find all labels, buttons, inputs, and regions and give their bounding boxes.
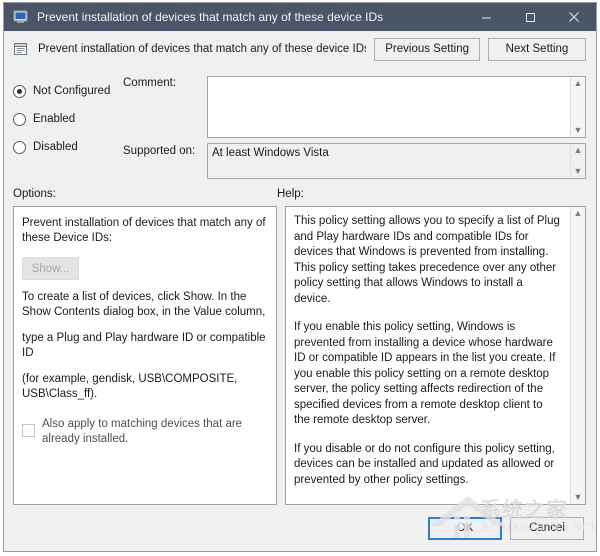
radio-enabled[interactable]: Enabled [13, 105, 123, 133]
window-title: Prevent installation of devices that mat… [37, 10, 464, 24]
help-scroll-up-icon[interactable]: ▲ [574, 209, 583, 218]
help-paragraph-2: If you enable this policy setting, Windo… [294, 320, 561, 429]
radio-not-configured-mark[interactable] [13, 85, 26, 98]
supported-on-value: At least Windows Vista [208, 144, 570, 178]
state-radio-group: Not Configured Enabled Disabled [13, 67, 123, 182]
supported-on-field: At least Windows Vista ▲ ▼ [207, 143, 586, 179]
supported-on-scrollbar[interactable]: ▲ ▼ [570, 144, 585, 178]
policy-setting-icon [13, 9, 29, 25]
radio-disabled[interactable]: Disabled [13, 133, 123, 161]
options-paragraph-1: To create a list of devices, click Show.… [22, 290, 268, 320]
panel-labels: Options: Help: [4, 182, 596, 206]
title-bar[interactable]: Prevent installation of devices that mat… [4, 3, 596, 31]
help-scroll-down-icon[interactable]: ▼ [574, 493, 583, 502]
comment-scroll-up-icon[interactable]: ▲ [574, 79, 583, 88]
supported-on-label: Supported on: [123, 138, 207, 179]
supported-scroll-up-icon[interactable]: ▲ [574, 146, 583, 155]
close-icon[interactable] [552, 3, 596, 31]
options-label: Options: [13, 188, 277, 200]
options-panel: Prevent installation of devices that mat… [13, 206, 277, 505]
metadata-fields: Comment: ▲ ▼ Supported on: At least Wind… [123, 67, 586, 182]
help-label: Help: [277, 188, 586, 200]
comment-input[interactable] [208, 77, 570, 137]
radio-disabled-label: Disabled [33, 141, 78, 153]
radio-not-configured[interactable]: Not Configured [13, 77, 123, 105]
radio-enabled-label: Enabled [33, 113, 75, 125]
comment-row: Comment: ▲ ▼ [123, 76, 586, 138]
panels-container: Prevent installation of devices that mat… [4, 206, 596, 505]
setting-title: Prevent installation of devices that mat… [38, 43, 366, 55]
also-apply-checkbox-row[interactable]: Also apply to matching devices that are … [22, 417, 268, 447]
options-heading: Prevent installation of devices that mat… [22, 216, 268, 246]
setting-header: Prevent installation of devices that mat… [4, 31, 596, 67]
policy-list-icon [13, 41, 29, 57]
also-apply-checkbox-label: Also apply to matching devices that are … [42, 417, 268, 447]
comment-field[interactable]: ▲ ▼ [207, 76, 586, 138]
ok-button[interactable]: OK [428, 517, 502, 540]
cancel-button[interactable]: Cancel [510, 517, 584, 540]
radio-not-configured-label: Not Configured [33, 85, 110, 97]
previous-setting-button[interactable]: Previous Setting [374, 38, 480, 61]
radio-disabled-mark[interactable] [13, 141, 26, 154]
help-scrollbar[interactable]: ▲ ▼ [570, 207, 585, 504]
show-button[interactable]: Show... [22, 257, 79, 280]
configuration-section: Not Configured Enabled Disabled Comment:… [4, 67, 596, 182]
supported-scroll-down-icon[interactable]: ▼ [574, 167, 583, 176]
help-paragraph-1: This policy setting allows you to specif… [294, 214, 561, 307]
minimize-icon[interactable] [464, 3, 508, 31]
options-paragraph-3: (for example, gendisk, USB\COMPOSITE, US… [22, 372, 268, 402]
next-setting-button[interactable]: Next Setting [488, 38, 586, 61]
help-text-content: This policy setting allows you to specif… [286, 207, 570, 504]
maximize-icon[interactable] [508, 3, 552, 31]
help-panel: This policy setting allows you to specif… [285, 206, 586, 505]
help-paragraph-3: If you disable or do not configure this … [294, 442, 561, 489]
also-apply-checkbox[interactable] [22, 424, 35, 437]
comment-scrollbar[interactable]: ▲ ▼ [570, 77, 585, 137]
comment-scroll-down-icon[interactable]: ▼ [574, 126, 583, 135]
dialog-footer: OK Cancel [4, 505, 596, 551]
options-paragraph-2: type a Plug and Play hardware ID or comp… [22, 331, 268, 361]
policy-setting-dialog: Prevent installation of devices that mat… [3, 2, 597, 552]
comment-label: Comment: [123, 76, 207, 138]
window-controls [464, 3, 596, 31]
radio-enabled-mark[interactable] [13, 113, 26, 126]
supported-on-row: Supported on: At least Windows Vista ▲ ▼ [123, 138, 586, 179]
